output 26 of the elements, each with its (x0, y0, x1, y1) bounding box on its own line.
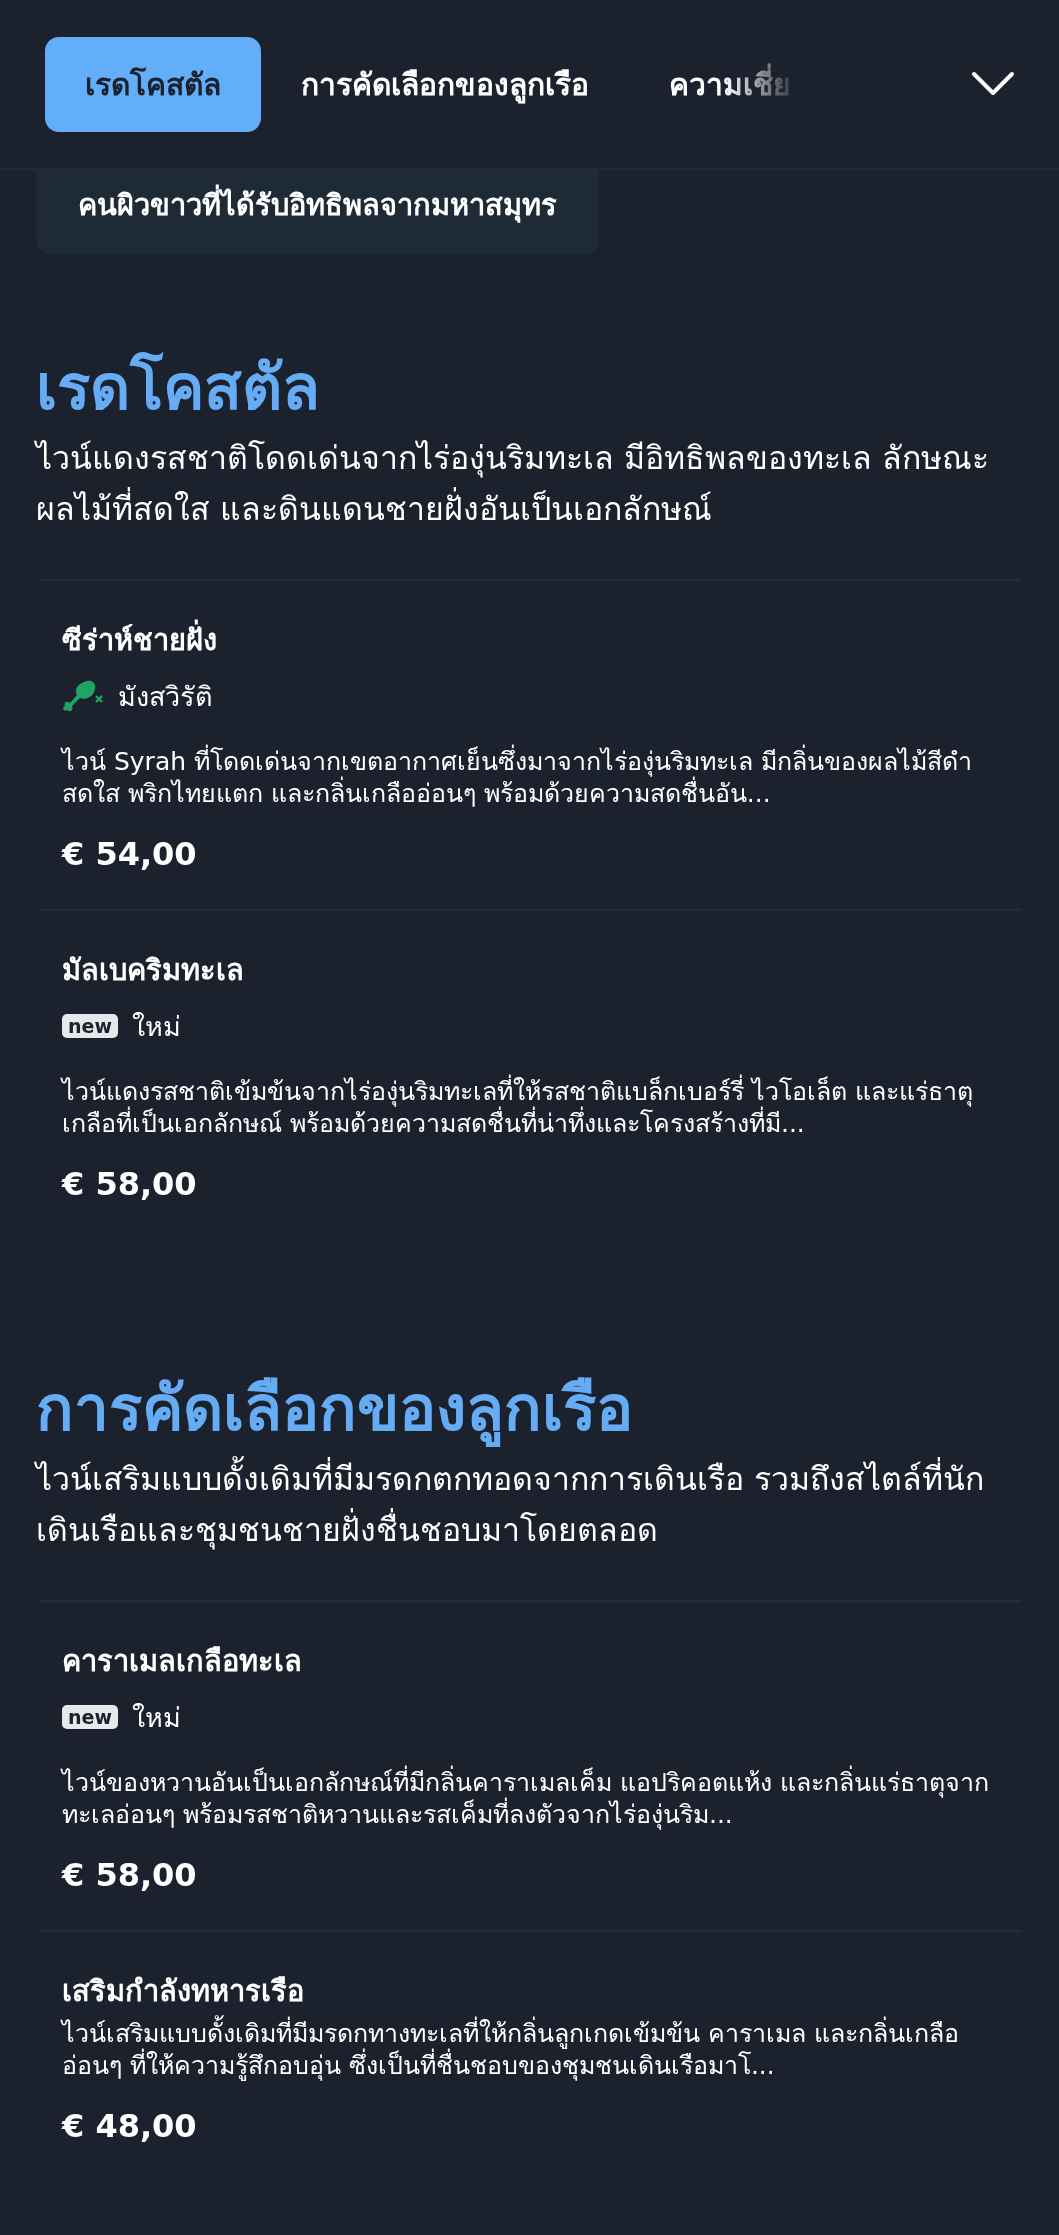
new-badge: new (62, 1705, 118, 1730)
wine-price: € 58,00 (62, 1164, 198, 1203)
wine-description: ไวน์แดงรสชาติเข้มข้นจากไร่องุ่นริมทะเลที่ให้รสชาติแบล็กเบอร์รี่ ไวโอเล็ต และแร่ธาตุเกลือที่เป็นเอกลักษณ์ พร้อมด้วยความสดชื่นที่น่าทึ่งและโครงสร้างที่มี... (62, 1075, 974, 1141)
section-description: ไวน์แดงรสชาติโดดเด่นจากไร่องุ่นริมทะเล มีอิทธิพลของทะเล ลักษณะผลไม้ที่สดใส และดินแดนชายฝั่งอันเป็นเอกลักษณ์ (36, 437, 991, 530)
wine-description: ไวน์ของหวานอันเป็นเอกลักษณ์ที่มีกลิ่นคาราเมลเค็ม แอปริคอตแห้ง และกลิ่นแร่ธาตุจากทะเลอ่อนๆ พร้อมรสชาติหวานและรสเค็มที่ลงตัวจากไร่องุ่นริม... (62, 1766, 990, 1832)
wine-description: ไวน์ Syrah ที่โดดเด่นจากเขตอากาศเย็นซึ่งมาจากไร่องุ่นริมทะเล มีกลิ่นของผลไม้สีดำสดใส พริกไทยแตก และกลิ่นเกลืออ่อนๆ พร้อมด้วยความสดชื่นอัน... (62, 745, 973, 811)
wine-name: มัลเบคริมทะเล (62, 951, 245, 989)
wine-name: คาราเมลเกลือทะเล (62, 1642, 303, 1680)
new-badge: new (62, 1014, 118, 1039)
tag-label: มังสวิรัติ (118, 679, 213, 714)
wine-description: ไวน์เสริมแบบดั้งเดิมที่มีมรดกทางทะเลที่ให้กลิ่นลูกเกดเข้มข้น คาราเมล และกลิ่นเกลืออ่อนๆ ที่ให้ความรู้สึกอบอุ่น ซึ่งเป็นที่ชื่นชอบของชุมชนเดินเรือมาโ... (62, 2017, 997, 2083)
section-title: การคัดเลือกของลูกเรือ (36, 1370, 634, 1449)
wine-name: เสริมกำลังทหารเรือ (62, 1972, 305, 2010)
wine-price: € 54,00 (62, 834, 198, 873)
section-title: เรดโคสตัล (36, 350, 321, 426)
chevron-down-icon[interactable] (971, 71, 1015, 97)
category-tab[interactable]: เรดโคสตัล (45, 36, 261, 132)
section-description: ไวน์เสริมแบบดั้งเดิมที่มีมรดกตกทอดจากการเดินเรือ รวมถึงสไตล์ที่นักเดินเรือและชุมชนชายฝั่งชื่นชอบมาโดยตลอด (36, 1453, 1023, 1556)
wine-price: € 48,00 (62, 2106, 198, 2145)
category-tab[interactable]: การคัดเลือกของลูกเรือ (261, 36, 629, 132)
wine-price: € 58,00 (62, 1855, 198, 1894)
category-chip[interactable]: คนผิวขาวที่ได้รับอิทธิพลจากมหาสมุทร (36, 170, 599, 254)
wine-name: ซีร่าห์ชายฝั่ง (62, 616, 997, 663)
tag-label: ใหม่ (131, 1700, 181, 1735)
tag-label: ใหม่ (131, 1009, 181, 1044)
category-tab[interactable]: ความเชี่ย (629, 36, 801, 132)
